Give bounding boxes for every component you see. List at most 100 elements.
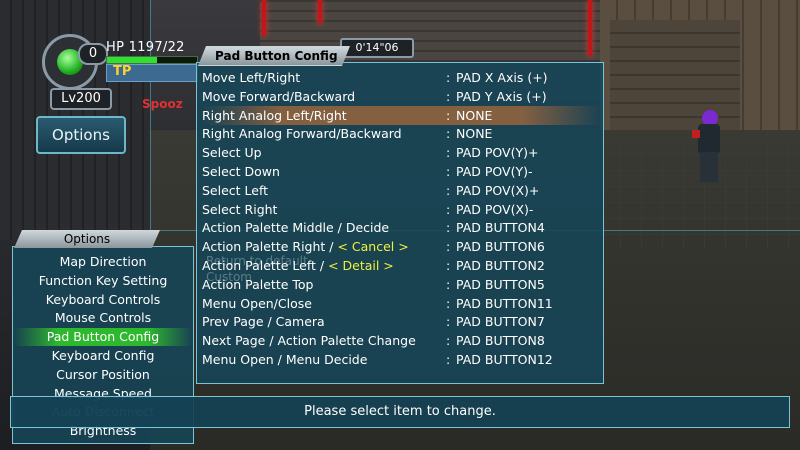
binding-action-label: Next Page / Action Palette Change (202, 331, 416, 350)
pad-binding-row[interactable]: Action Palette Left / < Detail >: PAD BUT… (202, 256, 602, 275)
binding-action-label: Select Up (202, 143, 262, 162)
pad-binding-row[interactable]: Select Right: PAD POV(X)- (202, 200, 602, 219)
binding-action-text: Right Analog Left/Right (202, 107, 347, 123)
options-menu-item[interactable]: Function Key Setting (14, 272, 192, 290)
binding-value: PAD BUTTON2 (456, 258, 545, 273)
binding-separator: : (446, 352, 451, 367)
level-badge: Lv200 (50, 88, 112, 110)
binding-action-text: Move Forward/Backward (202, 88, 356, 104)
binding-separator: : (446, 182, 451, 198)
binding-separator: : (446, 276, 451, 292)
binding-value: PAD BUTTON6 (456, 239, 545, 255)
pad-binding-row[interactable]: Move Forward/Backward: PAD Y Axis (+) (202, 87, 602, 106)
binding-action-label: Action Palette Right / < Cancel > (202, 237, 409, 256)
binding-separator: : (446, 107, 451, 123)
binding-action-text: Next Page / Action Palette Change (202, 333, 416, 349)
binding-action-label: Menu Open / Menu Decide (202, 350, 367, 369)
binding-action-label: Move Left/Right (202, 68, 300, 87)
pad-binding-row[interactable]: Right Analog Left/Right: NONE (202, 105, 602, 125)
binding-separator: : (446, 201, 451, 217)
binding-action-text: Select Right (202, 201, 278, 217)
binding-action-label: Prev Page / Camera (202, 312, 325, 331)
binding-action-text: Select Down (202, 164, 280, 179)
binding-value: PAD BUTTON11 (456, 295, 553, 311)
tp-bar: TP (106, 64, 198, 82)
binding-separator: : (446, 295, 451, 311)
pad-binding-row[interactable]: Action Palette Middle / Decide: PAD BUTTO… (202, 218, 602, 237)
binding-separator: : (446, 126, 451, 142)
binding-value: PAD X Axis (+) (456, 70, 548, 85)
binding-separator: : (446, 220, 451, 236)
character-legs (700, 152, 718, 182)
binding-value: PAD BUTTON4 (456, 220, 545, 236)
binding-separator: : (446, 258, 451, 273)
binding-value: PAD BUTTON12 (456, 352, 553, 367)
options-menu-item[interactable]: Cursor Position (14, 366, 192, 384)
character-body (698, 124, 720, 154)
binding-separator: : (446, 70, 451, 85)
pad-binding-row[interactable]: Move Left/Right: PAD X Axis (+) (202, 68, 602, 87)
binding-value: PAD POV(X)- (456, 201, 534, 217)
options-button[interactable]: Options (36, 116, 126, 154)
binding-separator: : (446, 145, 451, 161)
binding-action-text: Action Palette Middle / Decide (202, 220, 390, 236)
binding-value: NONE (456, 126, 493, 142)
character-accent (692, 130, 700, 138)
binding-action-label: Select Right (202, 200, 277, 219)
binding-hint: < Cancel > (337, 239, 409, 255)
binding-value: PAD POV(X)+ (456, 182, 540, 198)
binding-hint: < Detail > (328, 258, 394, 273)
status-message: Please select item to change. (304, 404, 496, 419)
binding-action-text: Action Palette Left / (202, 258, 329, 273)
red-light-beam (262, 0, 266, 36)
pad-binding-row[interactable]: Action Palette Top: PAD BUTTON5 (202, 275, 602, 294)
pad-binding-row[interactable]: Select Up: PAD POV(Y)+ (202, 143, 602, 162)
options-menu-item[interactable]: Map Direction (14, 253, 192, 271)
pad-config-title: Pad Button Config (198, 46, 350, 66)
binding-value: PAD Y Axis (+) (456, 88, 547, 104)
options-menu-item[interactable]: Keyboard Config (14, 347, 192, 365)
binding-separator: : (446, 164, 451, 179)
pad-binding-row[interactable]: Menu Open / Menu Decide: PAD BUTTON12 (202, 350, 602, 369)
tp-label: TP (113, 64, 132, 79)
binding-action-label: Right Analog Forward/Backward (202, 124, 402, 143)
hp-bar (106, 56, 198, 64)
pad-binding-row[interactable]: Menu Open/Close: PAD BUTTON11 (202, 294, 602, 313)
options-menu-title: Options (14, 230, 160, 248)
binding-separator: : (446, 239, 451, 255)
binding-action-text: Menu Open / Menu Decide (202, 352, 368, 367)
pad-binding-row[interactable]: Next Page / Action Palette Change: PAD BU… (202, 331, 602, 350)
pad-binding-row[interactable]: Select Down: PAD POV(Y)- (202, 162, 602, 181)
binding-action-text: Action Palette Right / (202, 239, 338, 255)
binding-action-text: Action Palette Top (202, 276, 314, 292)
player-name: Spooz (142, 97, 183, 111)
binding-action-text: Move Left/Right (202, 70, 301, 85)
options-menu-item[interactable]: Mouse Controls (14, 309, 192, 327)
binding-value: PAD POV(Y)- (456, 164, 533, 179)
binding-action-label: Action Palette Left / < Detail > (202, 256, 394, 275)
hp-bar-fill (107, 57, 157, 63)
pad-binding-row[interactable]: Right Analog Forward/Backward: NONE (202, 124, 602, 143)
binding-value: PAD BUTTON7 (456, 314, 545, 330)
options-menu-item[interactable]: Keyboard Controls (14, 291, 192, 309)
red-light-beam (588, 0, 592, 56)
other-player-character[interactable] (692, 110, 726, 185)
binding-action-label: Action Palette Middle / Decide (202, 218, 389, 237)
pad-binding-row[interactable]: Prev Page / Camera: PAD BUTTON7 (202, 312, 602, 331)
hud-counter: 0 (78, 43, 108, 65)
binding-action-label: Select Down (202, 162, 280, 181)
binding-action-label: Action Palette Top (202, 275, 313, 294)
hp-readout: HP 1197/22 (106, 40, 185, 55)
binding-action-text: Prev Page / Camera (202, 314, 325, 330)
red-light-beam (318, 0, 322, 24)
pad-binding-row[interactable]: Select Left: PAD POV(X)+ (202, 181, 602, 200)
binding-value: PAD BUTTON8 (456, 333, 545, 349)
binding-value: PAD BUTTON5 (456, 276, 545, 292)
options-menu-item[interactable]: Pad Button Config (14, 328, 192, 347)
pad-binding-row[interactable]: Action Palette Right / < Cancel >: PAD BU… (202, 237, 602, 256)
binding-separator: : (446, 314, 451, 330)
binding-action-label: Menu Open/Close (202, 294, 312, 313)
binding-value: PAD POV(Y)+ (456, 145, 539, 161)
binding-separator: : (446, 333, 451, 349)
binding-action-text: Right Analog Forward/Backward (202, 126, 402, 142)
